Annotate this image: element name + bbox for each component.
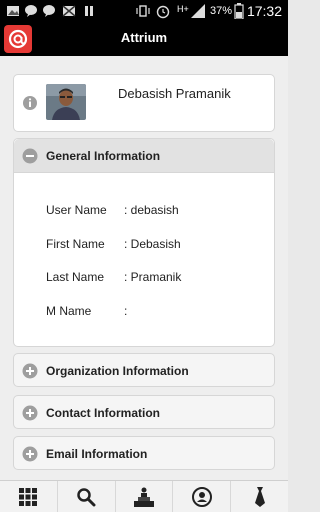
organization-information-title: Organization Information <box>46 364 189 378</box>
expand-plus-icon <box>22 405 38 421</box>
field-label: Last Name <box>46 270 105 284</box>
general-information-header[interactable]: General Information <box>14 139 274 173</box>
field-label: User Name <box>46 203 107 217</box>
bottom-nav <box>0 480 288 512</box>
app-bar: Attrium <box>0 22 288 56</box>
battery-icon <box>234 3 244 19</box>
signal-icon <box>191 4 205 18</box>
contact-card-icon <box>191 486 212 507</box>
mail-blocked-icon <box>62 5 76 17</box>
email-information-header[interactable]: Email Information <box>14 437 274 471</box>
gallery-icon <box>7 6 19 16</box>
podium-icon <box>133 487 154 507</box>
contact-information-section[interactable]: Contact Information <box>13 395 275 429</box>
nav-tie-button[interactable] <box>231 481 288 512</box>
field-value: : debasish <box>124 203 179 217</box>
field-value: : Debasish <box>124 237 181 251</box>
message-icon <box>25 5 37 17</box>
nav-podium-button[interactable] <box>116 481 174 512</box>
vibrate-icon <box>136 5 150 17</box>
email-information-title: Email Information <box>46 447 148 461</box>
contact-information-header[interactable]: Contact Information <box>14 396 274 430</box>
general-information-title: General Information <box>46 149 161 163</box>
battery-percent: 37% <box>210 5 233 17</box>
organization-information-section[interactable]: Organization Information <box>13 353 275 387</box>
grid-icon <box>19 487 38 506</box>
field-value: : <box>124 304 128 318</box>
message-icon-2 <box>43 5 55 17</box>
tie-icon <box>254 486 265 507</box>
nav-grid-button[interactable] <box>0 481 58 512</box>
email-information-section[interactable]: Email Information <box>13 436 275 470</box>
app-title: Attrium <box>120 30 168 45</box>
clock: 17:32 <box>246 3 282 19</box>
expand-plus-icon <box>22 446 38 462</box>
avatar <box>46 84 86 120</box>
content-area: Debasish Pramanik General Information Us… <box>0 56 288 480</box>
collapse-minus-icon <box>22 148 38 164</box>
profile-name: Debasish Pramanik <box>118 86 231 101</box>
status-bar: H+ 37% 17:32 <box>0 0 288 22</box>
expand-plus-icon <box>22 363 38 379</box>
field-label: M Name <box>46 304 92 318</box>
nav-search-button[interactable] <box>58 481 116 512</box>
field-label: First Name <box>46 237 105 251</box>
pause-icon <box>85 6 93 16</box>
search-icon <box>77 487 96 506</box>
nav-contact-button[interactable] <box>173 481 232 512</box>
contact-information-title: Contact Information <box>46 406 160 420</box>
profile-card[interactable]: Debasish Pramanik <box>13 74 275 132</box>
alarm-icon <box>156 5 170 19</box>
network-type: H+ <box>177 4 189 14</box>
general-information-section: General Information User Name : debasish… <box>13 138 275 347</box>
organization-information-header[interactable]: Organization Information <box>14 354 274 388</box>
field-value: : Pramanik <box>124 270 182 284</box>
info-icon[interactable] <box>22 95 38 111</box>
